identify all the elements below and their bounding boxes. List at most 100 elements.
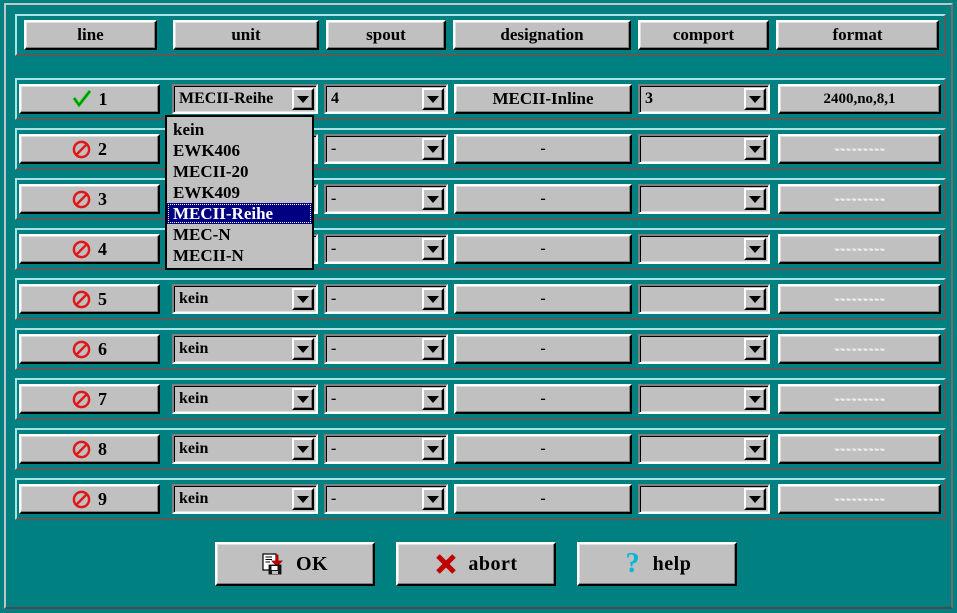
- chevron-down-icon[interactable]: [422, 388, 444, 410]
- designation-button-9[interactable]: -: [454, 484, 632, 514]
- column-header-unit[interactable]: unit: [173, 20, 319, 50]
- chevron-down-icon[interactable]: [422, 88, 444, 110]
- spout-combobox-1[interactable]: 4: [324, 84, 448, 114]
- comport-combobox-1[interactable]: 3: [638, 84, 770, 114]
- unit-option-ewk406[interactable]: EWK406: [167, 140, 312, 161]
- chevron-down-icon[interactable]: [422, 438, 444, 460]
- format-button-6[interactable]: ---------: [778, 334, 941, 364]
- chevron-down-icon[interactable]: [292, 388, 314, 410]
- unit-dropdown-list[interactable]: kein EWK406 MECII-20 EWK409 MECII-Reihe MEC-N…: [165, 115, 314, 270]
- column-header-designation[interactable]: designation: [453, 20, 631, 50]
- unit-combobox-8[interactable]: kein: [172, 434, 318, 464]
- line-button-8[interactable]: 8: [19, 434, 160, 464]
- line-row: 4kein-----------: [15, 228, 946, 270]
- chevron-down-icon[interactable]: [422, 488, 444, 510]
- format-button-9[interactable]: ---------: [778, 484, 941, 514]
- chevron-down-icon[interactable]: [744, 488, 766, 510]
- chevron-down-icon[interactable]: [422, 138, 444, 160]
- spout-combobox-9[interactable]: -: [324, 484, 448, 514]
- help-button[interactable]: ? help: [577, 542, 737, 586]
- format-button-8[interactable]: ---------: [778, 434, 941, 464]
- designation-button-8[interactable]: -: [454, 434, 632, 464]
- comport-combobox-6[interactable]: [638, 334, 770, 364]
- designation-button-5[interactable]: -: [454, 284, 632, 314]
- chevron-down-icon[interactable]: [744, 238, 766, 260]
- spout-value: -: [331, 191, 337, 207]
- chevron-down-icon[interactable]: [744, 388, 766, 410]
- spout-combobox-7[interactable]: -: [324, 384, 448, 414]
- comport-combobox-3[interactable]: [638, 184, 770, 214]
- unit-combobox-6[interactable]: kein: [172, 334, 318, 364]
- format-button-2[interactable]: ---------: [778, 134, 941, 164]
- spout-combobox-4[interactable]: -: [324, 234, 448, 264]
- designation-value: -: [540, 440, 546, 457]
- chevron-down-icon[interactable]: [744, 338, 766, 360]
- spout-combobox-2[interactable]: -: [324, 134, 448, 164]
- designation-button-7[interactable]: -: [454, 384, 632, 414]
- line-button-5[interactable]: 5: [19, 284, 160, 314]
- comport-combobox-4[interactable]: [638, 234, 770, 264]
- column-header-comport[interactable]: comport: [638, 20, 769, 50]
- line-button-3[interactable]: 3: [19, 184, 160, 214]
- line-button-7[interactable]: 7: [19, 384, 160, 414]
- designation-button-1[interactable]: MECII-Inline: [454, 84, 632, 114]
- line-button-2[interactable]: 2: [19, 134, 160, 164]
- comport-combobox-8[interactable]: [638, 434, 770, 464]
- chevron-down-icon[interactable]: [744, 288, 766, 310]
- line-button-1[interactable]: 1: [19, 84, 160, 114]
- unit-option-mecii-20[interactable]: MECII-20: [167, 161, 312, 182]
- line-number: 1: [98, 88, 108, 109]
- dialog-body: line unit spout designation comport format 1 M…: [6, 5, 951, 607]
- designation-button-2[interactable]: -: [454, 134, 632, 164]
- chevron-down-icon[interactable]: [292, 88, 314, 110]
- unit-option-mecii-reihe[interactable]: MECII-Reihe: [167, 203, 312, 224]
- comport-combobox-5[interactable]: [638, 284, 770, 314]
- format-button-1[interactable]: 2400,no,8,1: [778, 84, 941, 114]
- column-header-spout[interactable]: spout: [326, 20, 446, 50]
- unit-option-mecii-n[interactable]: MECII-N: [167, 245, 312, 266]
- chevron-down-icon[interactable]: [422, 288, 444, 310]
- chevron-down-icon[interactable]: [292, 338, 314, 360]
- chevron-down-icon[interactable]: [744, 438, 766, 460]
- chevron-down-icon[interactable]: [744, 88, 766, 110]
- comport-combobox-7[interactable]: [638, 384, 770, 414]
- line-button-4[interactable]: 4: [19, 234, 160, 264]
- chevron-down-icon[interactable]: [422, 238, 444, 260]
- comport-combobox-2[interactable]: [638, 134, 770, 164]
- chevron-down-icon[interactable]: [292, 488, 314, 510]
- ok-button[interactable]: OK: [215, 542, 375, 586]
- chevron-down-icon[interactable]: [744, 138, 766, 160]
- comport-combobox-9[interactable]: [638, 484, 770, 514]
- chevron-down-icon[interactable]: [422, 338, 444, 360]
- chevron-down-icon[interactable]: [292, 438, 314, 460]
- unit-combobox-1[interactable]: MECII-Reihe: [172, 84, 318, 114]
- spout-combobox-5[interactable]: -: [324, 284, 448, 314]
- format-button-3[interactable]: ---------: [778, 184, 941, 214]
- chevron-down-icon[interactable]: [292, 288, 314, 310]
- column-header-line[interactable]: line: [24, 20, 157, 50]
- line-button-9[interactable]: 9: [19, 484, 160, 514]
- designation-button-4[interactable]: -: [454, 234, 632, 264]
- format-button-4[interactable]: ---------: [778, 234, 941, 264]
- designation-button-3[interactable]: -: [454, 184, 632, 214]
- unit-combobox-5[interactable]: kein: [172, 284, 318, 314]
- unit-option-kein[interactable]: kein: [167, 119, 312, 140]
- spout-combobox-3[interactable]: -: [324, 184, 448, 214]
- spout-combobox-8[interactable]: -: [324, 434, 448, 464]
- format-button-5[interactable]: ---------: [778, 284, 941, 314]
- abort-button[interactable]: abort: [396, 542, 556, 586]
- unit-option-mec-n[interactable]: MEC-N: [167, 224, 312, 245]
- chevron-down-icon[interactable]: [422, 188, 444, 210]
- spout-value: -: [331, 441, 337, 457]
- unit-option-ewk409[interactable]: EWK409: [167, 182, 312, 203]
- format-button-7[interactable]: ---------: [778, 384, 941, 414]
- column-header-format[interactable]: format: [776, 20, 939, 50]
- unit-combobox-9[interactable]: kein: [172, 484, 318, 514]
- spout-combobox-6[interactable]: -: [324, 334, 448, 364]
- line-button-6[interactable]: 6: [19, 334, 160, 364]
- unit-combobox-7[interactable]: kein: [172, 384, 318, 414]
- chevron-down-icon[interactable]: [744, 188, 766, 210]
- designation-value: -: [540, 340, 546, 357]
- designation-button-6[interactable]: -: [454, 334, 632, 364]
- prohibited-icon: [72, 190, 91, 209]
